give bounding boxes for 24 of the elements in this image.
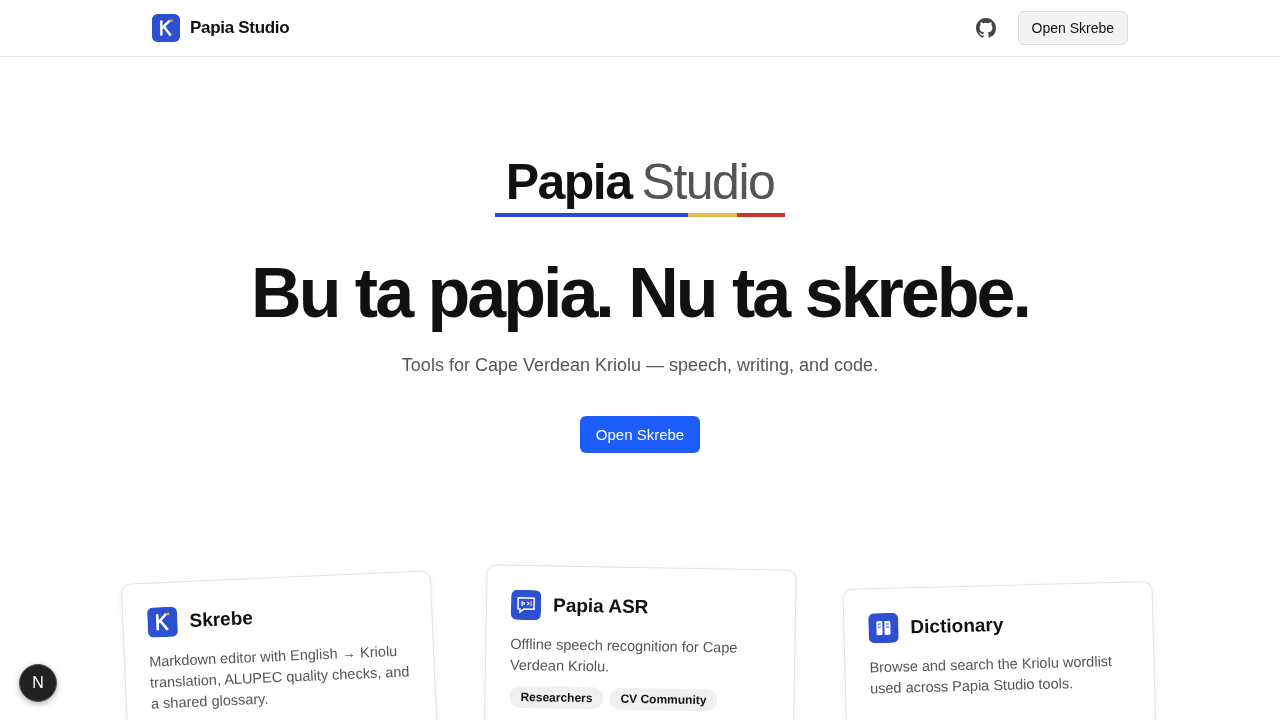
tool-card[interactable]: Papia ASR Offline speech recognition for Cape Verdean Kriolu. Researchers CV Community: [483, 564, 797, 720]
k-logo-icon[interactable]: [152, 14, 180, 42]
logo-text: Studio: [641, 153, 775, 211]
audience-tag: CV Community: [609, 687, 718, 712]
tool-card[interactable]: Skrebe Markdown editor with English → Kriolu translation, ALUPEC quality checks, and a shared glossary.: [120, 570, 440, 720]
speech-bubble-icon: [510, 589, 542, 621]
card-description: Browse and search the Kriolu wordlist used across Papia Studio tools.: [869, 652, 1114, 699]
open-skrebe-button[interactable]: Open Skrebe: [579, 416, 701, 453]
headline: Bu ta papia. Nu ta skrebe.: [251, 253, 1029, 333]
k-logo-icon: [146, 606, 179, 638]
card-title: Skrebe: [189, 607, 254, 632]
github-icon[interactable]: [975, 18, 996, 38]
card-title: Dictionary: [910, 613, 1004, 639]
dev-tools-button[interactable]: N: [19, 664, 57, 702]
brand-name[interactable]: Papia Studio: [190, 18, 290, 38]
card-title: Papia ASR: [552, 594, 649, 619]
open-skrebe-button[interactable]: Open Skrebe: [1017, 11, 1128, 45]
logo-text: Papia: [505, 153, 632, 211]
card-description: Markdown editor with English → Kriolu translation, ALUPEC quality checks, and a shared glossary.: [148, 641, 411, 714]
audience-tag: Researchers: [509, 685, 604, 710]
tool-card[interactable]: Dictionary Browse and search the Kriolu wordlist used across Papia Studio tools.: [842, 581, 1158, 720]
card-description: Offline speech recognition for Cape Verdean Kriolu.: [509, 634, 739, 677]
book-icon: [868, 612, 899, 644]
subtitle: Tools for Cape Verdean Kriolu — speech, writing, and code.: [401, 355, 879, 376]
